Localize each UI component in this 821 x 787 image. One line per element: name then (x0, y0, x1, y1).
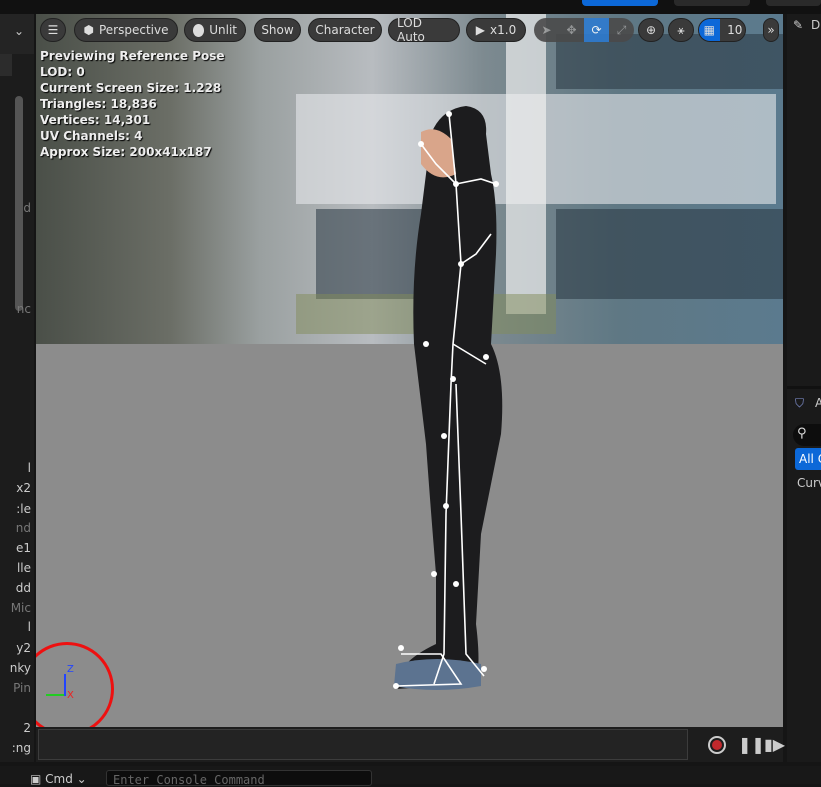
viewport[interactable]: ☰ ⬢ Perspective Unlit Show Character LOD … (36, 14, 783, 727)
shield-icon: ⛉ (795, 396, 805, 410)
select-icon[interactable]: ➤ (534, 18, 559, 42)
top-tab-strip (0, 0, 821, 14)
rotate-icon[interactable]: ⟳ (584, 18, 609, 42)
step-forward-icon: ▮▶ (764, 735, 786, 754)
list-item[interactable]: Mic (0, 601, 31, 615)
character-label: Character (315, 23, 375, 37)
triangles-stat: Triangles: 18,836 (40, 97, 157, 111)
screen-size-stat: Current Screen Size: 1.228 (40, 81, 222, 95)
move-icon[interactable]: ✥ (559, 18, 584, 42)
viewport-toolbar: ☰ ⬢ Perspective Unlit Show Character LOD … (36, 16, 783, 44)
list-item[interactable]: le: (0, 502, 31, 516)
viewport-menu-button[interactable]: ☰ (40, 18, 66, 42)
all-filter-label: All C (799, 452, 821, 466)
step-forward-button[interactable]: ▮▶ (764, 735, 785, 754)
details-tab-label[interactable]: D (811, 18, 820, 32)
hamburger-icon: ☰ (47, 23, 59, 37)
stats-overlay: Previewing Reference Pose LOD: 0 Current… (40, 48, 225, 160)
lod-label: LOD Auto (397, 16, 425, 44)
list-item[interactable]: l (0, 461, 31, 475)
list-item[interactable]: l (0, 620, 31, 634)
surface-snap-button[interactable]: ⚹ (668, 18, 694, 42)
record-icon (712, 740, 722, 750)
pause-button[interactable]: ❚❚ (738, 735, 765, 754)
approx-size-stat: Approx Size: 200x41x187 (40, 145, 212, 159)
snap-icon: ⚹ (677, 22, 685, 37)
sphere-icon (193, 23, 205, 37)
pause-icon: ❚❚ (738, 735, 765, 754)
selected-row[interactable] (0, 54, 12, 76)
character-button[interactable]: Character (308, 18, 382, 42)
list-item[interactable]: ng: (0, 741, 31, 755)
playback-speed-label: x1.0 (490, 23, 517, 37)
list-item[interactable]: nky (0, 661, 31, 675)
search-input[interactable]: ⚲ (793, 424, 821, 446)
tab[interactable] (674, 0, 750, 6)
timeline-scrubber[interactable] (38, 729, 688, 760)
preview-mode-text: Previewing Reference Pose (40, 49, 225, 63)
chevron-down-icon[interactable]: ⌄ (14, 24, 24, 38)
grid-snap-button[interactable]: ▦ 10 (698, 18, 746, 42)
show-button[interactable]: Show (254, 18, 301, 42)
list-item[interactable]: 2 (0, 721, 31, 735)
tab[interactable] (766, 0, 821, 6)
record-button[interactable] (708, 736, 726, 754)
all-filter-button[interactable]: All C (795, 448, 821, 470)
curves-item[interactable]: Curv (797, 476, 821, 490)
list-item[interactable]: lle (0, 561, 31, 575)
list-item[interactable]: e1 (0, 541, 31, 555)
show-label: Show (261, 23, 294, 37)
left-panel: ⌄ d nc l x2 le: nd e1 lle dd Mic l y2 nk… (0, 14, 34, 762)
playback-speed-button[interactable]: ▶ x1.0 (466, 18, 526, 42)
list-item[interactable]: d (0, 201, 31, 215)
left-panel-header[interactable]: ⌄ (0, 14, 34, 54)
lighting-mode-button[interactable]: Unlit (184, 18, 246, 42)
list-item[interactable]: Pin (0, 681, 31, 695)
list-item[interactable]: dd (0, 581, 31, 595)
edit-icon: ✎ (793, 18, 804, 32)
perspective-label: Perspective (98, 23, 169, 37)
active-tab[interactable] (582, 0, 658, 6)
list-item[interactable]: nc (0, 302, 31, 316)
globe-icon: ⊕ (645, 23, 657, 37)
console-placeholder: Enter Console Command (113, 773, 265, 787)
transform-tools: ➤ ✥ ⟳ ⤢ (534, 18, 634, 42)
playback-bar: ❚❚ ▮▶ (36, 727, 785, 762)
lighting-label: Unlit (209, 23, 237, 37)
perspective-button[interactable]: ⬢ Perspective (74, 18, 178, 42)
grid-snap-value: 10 (727, 23, 743, 37)
overflow-button[interactable]: » (763, 18, 779, 42)
vertices-stat: Vertices: 14,301 (40, 113, 151, 127)
list-item[interactable]: nd (0, 521, 31, 535)
right-panel: ✎ D ⛉ A ⚲ All C Curv (787, 14, 821, 762)
cube-icon: ⬢ (83, 23, 94, 37)
scale-icon[interactable]: ⤢ (609, 18, 634, 42)
list-item[interactable]: y2 (0, 641, 31, 655)
list-item[interactable]: x2 (0, 481, 31, 495)
play-icon: ▶ (475, 23, 486, 37)
panel-tab-label[interactable]: A (815, 396, 821, 410)
uv-channels-stat: UV Channels: 4 (40, 129, 143, 143)
world-local-button[interactable]: ⊕ (638, 18, 664, 42)
console-bar: ▣ Cmd ⌄ Enter Console Command (0, 766, 821, 787)
search-icon: ⚲ (797, 426, 807, 441)
lod-button[interactable]: LOD Auto (388, 16, 460, 44)
lod-stat: LOD: 0 (40, 65, 85, 79)
grid-icon: ▦ (699, 19, 720, 41)
chevron-double-right-icon: » (767, 23, 775, 37)
